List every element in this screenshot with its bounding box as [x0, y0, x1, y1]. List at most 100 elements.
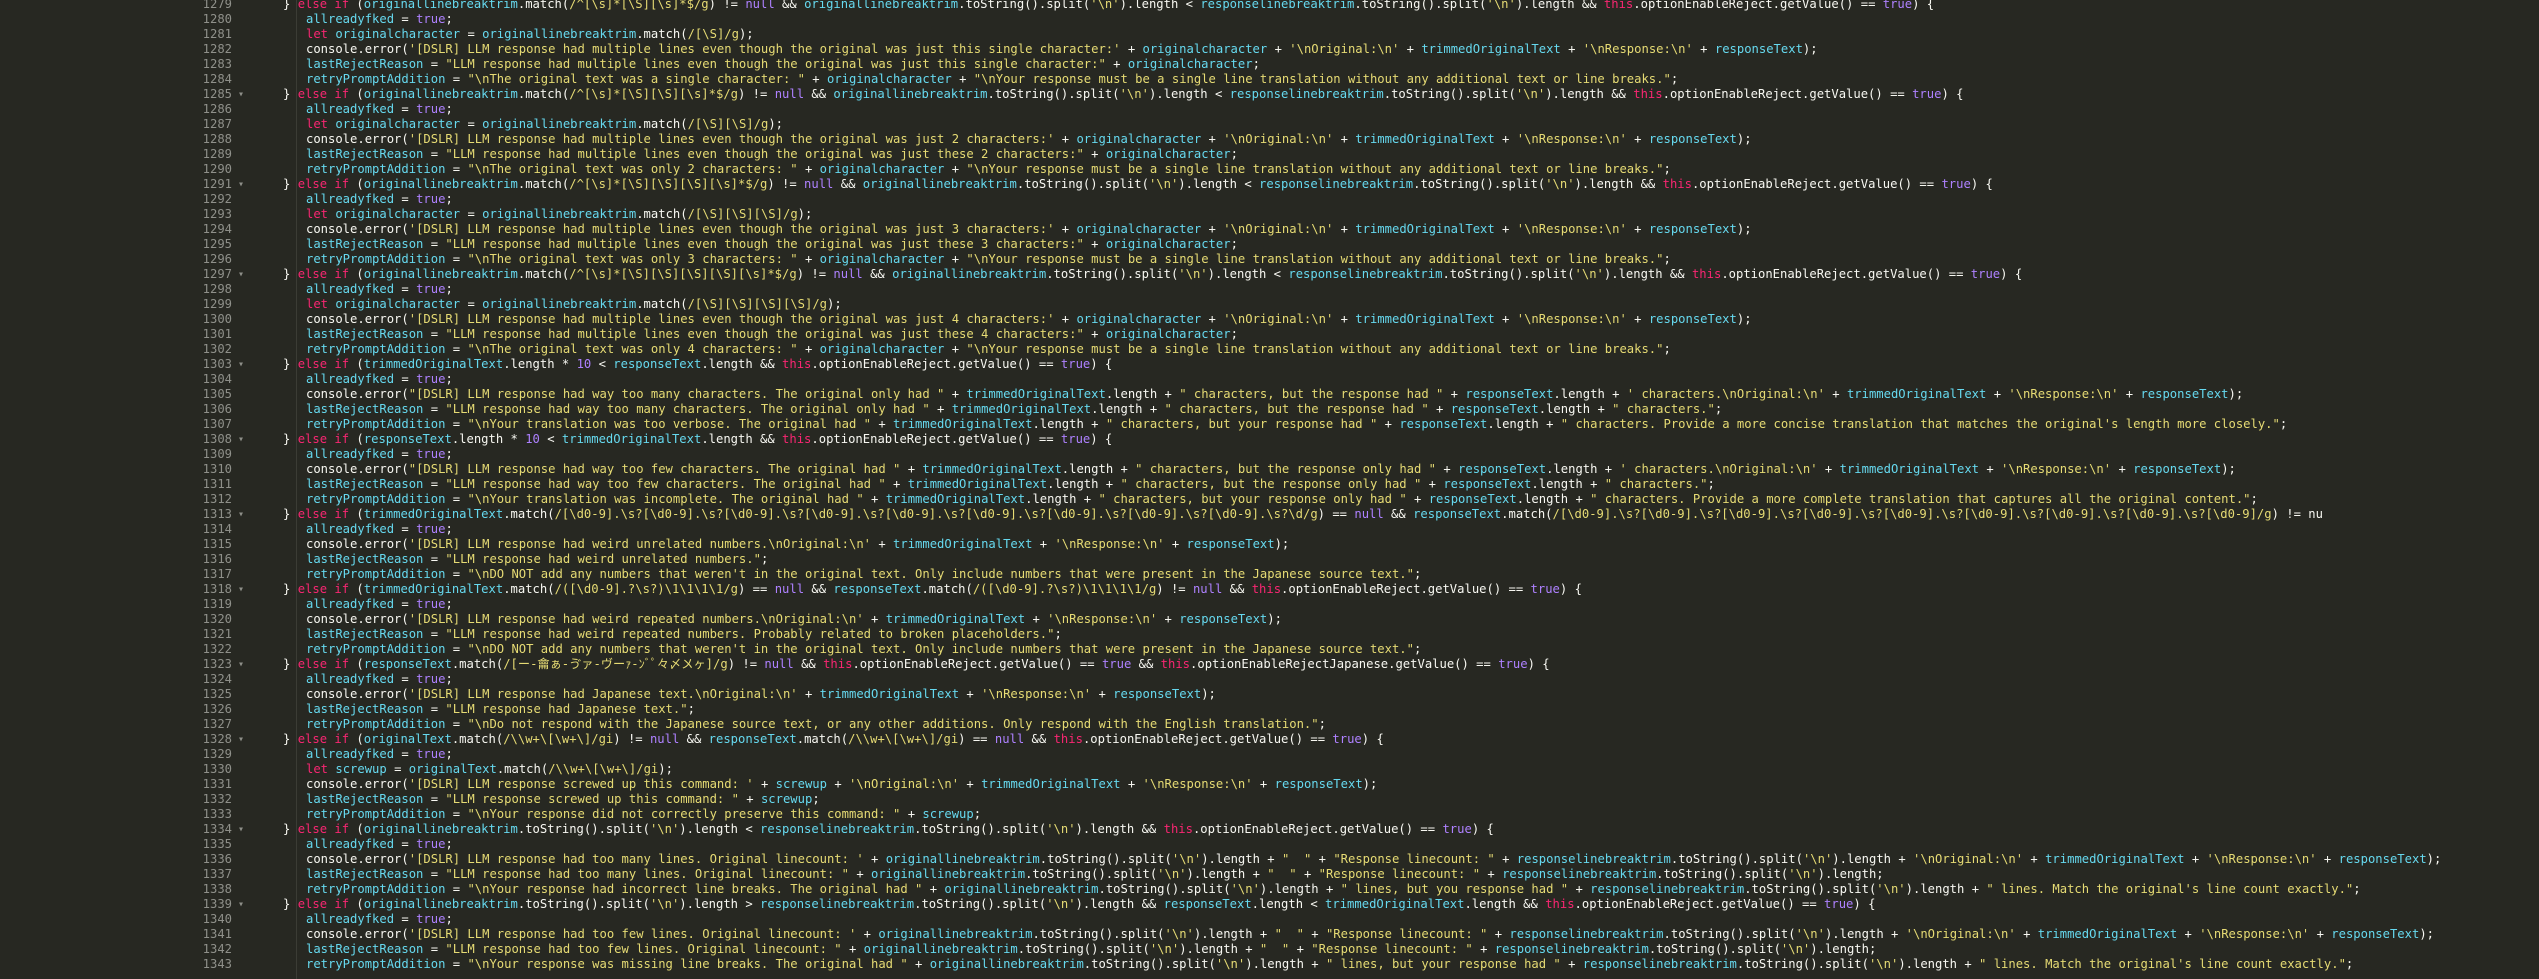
- code-line[interactable]: 1327 retryPromptAddition = "\nDo not resp…: [0, 717, 2539, 732]
- code-line[interactable]: 1334 ▾} else if (originallinebreaktrim.to…: [0, 822, 2539, 837]
- fold-arrow-icon[interactable]: ▾: [238, 822, 252, 837]
- code-line[interactable]: 1340 allreadyfked = true;: [0, 912, 2539, 927]
- code-line[interactable]: 1314 allreadyfked = true;: [0, 522, 2539, 537]
- code-text: allreadyfked = true;: [306, 12, 453, 26]
- code-text: allreadyfked = true;: [306, 102, 453, 116]
- code-line[interactable]: 1290 retryPromptAddition = "\nThe origina…: [0, 162, 2539, 177]
- code-line[interactable]: 1291 ▾} else if (originallinebreaktrim.ma…: [0, 177, 2539, 192]
- code-line[interactable]: 1300 console.error('[DSLR] LLM response h…: [0, 312, 2539, 327]
- code-line[interactable]: 1332 lastRejectReason = "LLM response scr…: [0, 792, 2539, 807]
- code-area[interactable]: 1279} else if (originallinebreaktrim.mat…: [0, 0, 2539, 972]
- code-line[interactable]: 1281 let originalcharacter = originalline…: [0, 27, 2539, 42]
- code-line[interactable]: 1288 console.error('[DSLR] LLM response h…: [0, 132, 2539, 147]
- fold-arrow-icon[interactable]: ▾: [238, 357, 252, 372]
- fold-arrow-icon[interactable]: ▾: [238, 177, 252, 192]
- code-line[interactable]: 1284 retryPromptAddition = "\nThe origina…: [0, 72, 2539, 87]
- fold-arrow-icon[interactable]: ▾: [238, 657, 252, 672]
- line-number: 1298: [202, 282, 232, 296]
- code-line[interactable]: 1292 allreadyfked = true;: [0, 192, 2539, 207]
- code-line[interactable]: 1321 lastRejectReason = "LLM response had…: [0, 627, 2539, 642]
- code-line[interactable]: 1329 allreadyfked = true;: [0, 747, 2539, 762]
- fold-arrow-icon[interactable]: ▾: [238, 507, 252, 522]
- code-line[interactable]: 1316 lastRejectReason = "LLM response had…: [0, 552, 2539, 567]
- line-number: 1329: [202, 747, 232, 761]
- fold-arrow-icon[interactable]: ▾: [238, 897, 252, 912]
- code-line[interactable]: 1312 retryPromptAddition = "\nYour transl…: [0, 492, 2539, 507]
- code-line[interactable]: 1337 lastRejectReason = "LLM response had…: [0, 867, 2539, 882]
- code-line[interactable]: 1319 allreadyfked = true;: [0, 597, 2539, 612]
- code-line[interactable]: 1279} else if (originallinebreaktrim.mat…: [0, 0, 2539, 12]
- code-line[interactable]: 1302 retryPromptAddition = "\nThe origina…: [0, 342, 2539, 357]
- code-text: lastRejectReason = "LLM response had wei…: [306, 552, 769, 566]
- code-line[interactable]: 1301 lastRejectReason = "LLM response had…: [0, 327, 2539, 342]
- code-line[interactable]: 1342 lastRejectReason = "LLM response had…: [0, 942, 2539, 957]
- fold-arrow-icon[interactable]: ▾: [238, 267, 252, 282]
- code-line[interactable]: 1293 let originalcharacter = originalline…: [0, 207, 2539, 222]
- line-number: 1319: [202, 597, 232, 611]
- code-line[interactable]: 1336 console.error('[DSLR] LLM response h…: [0, 852, 2539, 867]
- code-line[interactable]: 1303 ▾} else if (trimmedOriginalText.leng…: [0, 357, 2539, 372]
- fold-arrow-icon[interactable]: ▾: [238, 732, 252, 747]
- code-line[interactable]: 1318 ▾} else if (trimmedOriginalText.matc…: [0, 582, 2539, 597]
- code-line[interactable]: 1331 console.error('[DSLR] LLM response s…: [0, 777, 2539, 792]
- line-number: 1342: [202, 942, 232, 956]
- code-line[interactable]: 1323 ▾} else if (responseText.match(/[ー-龠…: [0, 657, 2539, 672]
- code-line[interactable]: 1306 lastRejectReason = "LLM response had…: [0, 402, 2539, 417]
- code-line[interactable]: 1287 let originalcharacter = originalline…: [0, 117, 2539, 132]
- code-line[interactable]: 1298 allreadyfked = true;: [0, 282, 2539, 297]
- code-line[interactable]: 1325 console.error('[DSLR] LLM response h…: [0, 687, 2539, 702]
- fold-arrow-icon[interactable]: ▾: [238, 87, 252, 102]
- code-editor[interactable]: 1279} else if (originallinebreaktrim.mat…: [0, 0, 2539, 979]
- code-line[interactable]: 1328 ▾} else if (originalText.match(/\\w+…: [0, 732, 2539, 747]
- code-line[interactable]: 1285 ▾} else if (originallinebreaktrim.ma…: [0, 87, 2539, 102]
- code-text: lastRejectReason = "LLM response had mul…: [306, 237, 1238, 251]
- fold-arrow-icon[interactable]: ▾: [238, 432, 252, 447]
- code-line[interactable]: 1320 console.error('[DSLR] LLM response h…: [0, 612, 2539, 627]
- code-line[interactable]: 1317 retryPromptAddition = "\nDO NOT add …: [0, 567, 2539, 582]
- code-line[interactable]: 1282 console.error('[DSLR] LLM response h…: [0, 42, 2539, 57]
- code-line[interactable]: 1315 console.error('[DSLR] LLM response h…: [0, 537, 2539, 552]
- line-number: 1309: [202, 447, 232, 461]
- code-line[interactable]: 1310 console.error("[DSLR] LLM response h…: [0, 462, 2539, 477]
- code-line[interactable]: 1304 allreadyfked = true;: [0, 372, 2539, 387]
- line-number: 1315: [202, 537, 232, 551]
- code-line[interactable]: 1326 lastRejectReason = "LLM response had…: [0, 702, 2539, 717]
- code-line[interactable]: 1335 allreadyfked = true;: [0, 837, 2539, 852]
- code-line[interactable]: 1339 ▾} else if (originallinebreaktrim.to…: [0, 897, 2539, 912]
- code-line[interactable]: 1333 retryPromptAddition = "\nYour respon…: [0, 807, 2539, 822]
- code-line[interactable]: 1324 allreadyfked = true;: [0, 672, 2539, 687]
- line-number: 1284: [202, 72, 232, 86]
- code-line[interactable]: 1297 ▾} else if (originallinebreaktrim.ma…: [0, 267, 2539, 282]
- code-line[interactable]: 1341 console.error('[DSLR] LLM response h…: [0, 927, 2539, 942]
- code-line[interactable]: 1309 allreadyfked = true;: [0, 447, 2539, 462]
- code-line[interactable]: 1343 retryPromptAddition = "\nYour respon…: [0, 957, 2539, 972]
- code-text: retryPromptAddition = "\nYour response d…: [306, 807, 982, 821]
- line-number: 1314: [202, 522, 232, 536]
- line-number: 1338: [202, 882, 232, 896]
- code-line[interactable]: 1322 retryPromptAddition = "\nDO NOT add …: [0, 642, 2539, 657]
- code-line[interactable]: 1311 lastRejectReason = "LLM response had…: [0, 477, 2539, 492]
- code-line[interactable]: 1307 retryPromptAddition = "\nYour transl…: [0, 417, 2539, 432]
- code-line[interactable]: 1296 retryPromptAddition = "\nThe origina…: [0, 252, 2539, 267]
- code-line[interactable]: 1305 console.error("[DSLR] LLM response h…: [0, 387, 2539, 402]
- code-line[interactable]: 1280 allreadyfked = true;: [0, 12, 2539, 27]
- code-text: retryPromptAddition = "\nThe original te…: [306, 252, 1671, 266]
- code-line[interactable]: 1295 lastRejectReason = "LLM response had…: [0, 237, 2539, 252]
- code-text: } else if (responseText.length * 10 < tr…: [283, 432, 1113, 446]
- code-line[interactable]: 1299 let originalcharacter = originalline…: [0, 297, 2539, 312]
- code-text: console.error('[DSLR] LLM response had m…: [306, 132, 1752, 146]
- code-text: let originalcharacter = originallinebrea…: [306, 207, 813, 221]
- code-text: console.error('[DSLR] LLM response had w…: [306, 612, 1282, 626]
- code-line[interactable]: 1289 lastRejectReason = "LLM response had…: [0, 147, 2539, 162]
- code-line[interactable]: 1338 retryPromptAddition = "\nYour respon…: [0, 882, 2539, 897]
- code-line[interactable]: 1308 ▾} else if (responseText.length * 10…: [0, 432, 2539, 447]
- line-number: 1330: [202, 762, 232, 776]
- code-line[interactable]: 1313 ▾} else if (trimmedOriginalText.matc…: [0, 507, 2539, 522]
- code-text: console.error('[DSLR] LLM response had t…: [306, 927, 2435, 941]
- code-line[interactable]: 1283 lastRejectReason = "LLM response had…: [0, 57, 2539, 72]
- code-text: retryPromptAddition = "\nYour response h…: [306, 882, 2361, 896]
- fold-arrow-icon[interactable]: ▾: [238, 582, 252, 597]
- code-line[interactable]: 1294 console.error('[DSLR] LLM response h…: [0, 222, 2539, 237]
- code-line[interactable]: 1286 allreadyfked = true;: [0, 102, 2539, 117]
- code-line[interactable]: 1330 let screwup = originalText.match(/\\…: [0, 762, 2539, 777]
